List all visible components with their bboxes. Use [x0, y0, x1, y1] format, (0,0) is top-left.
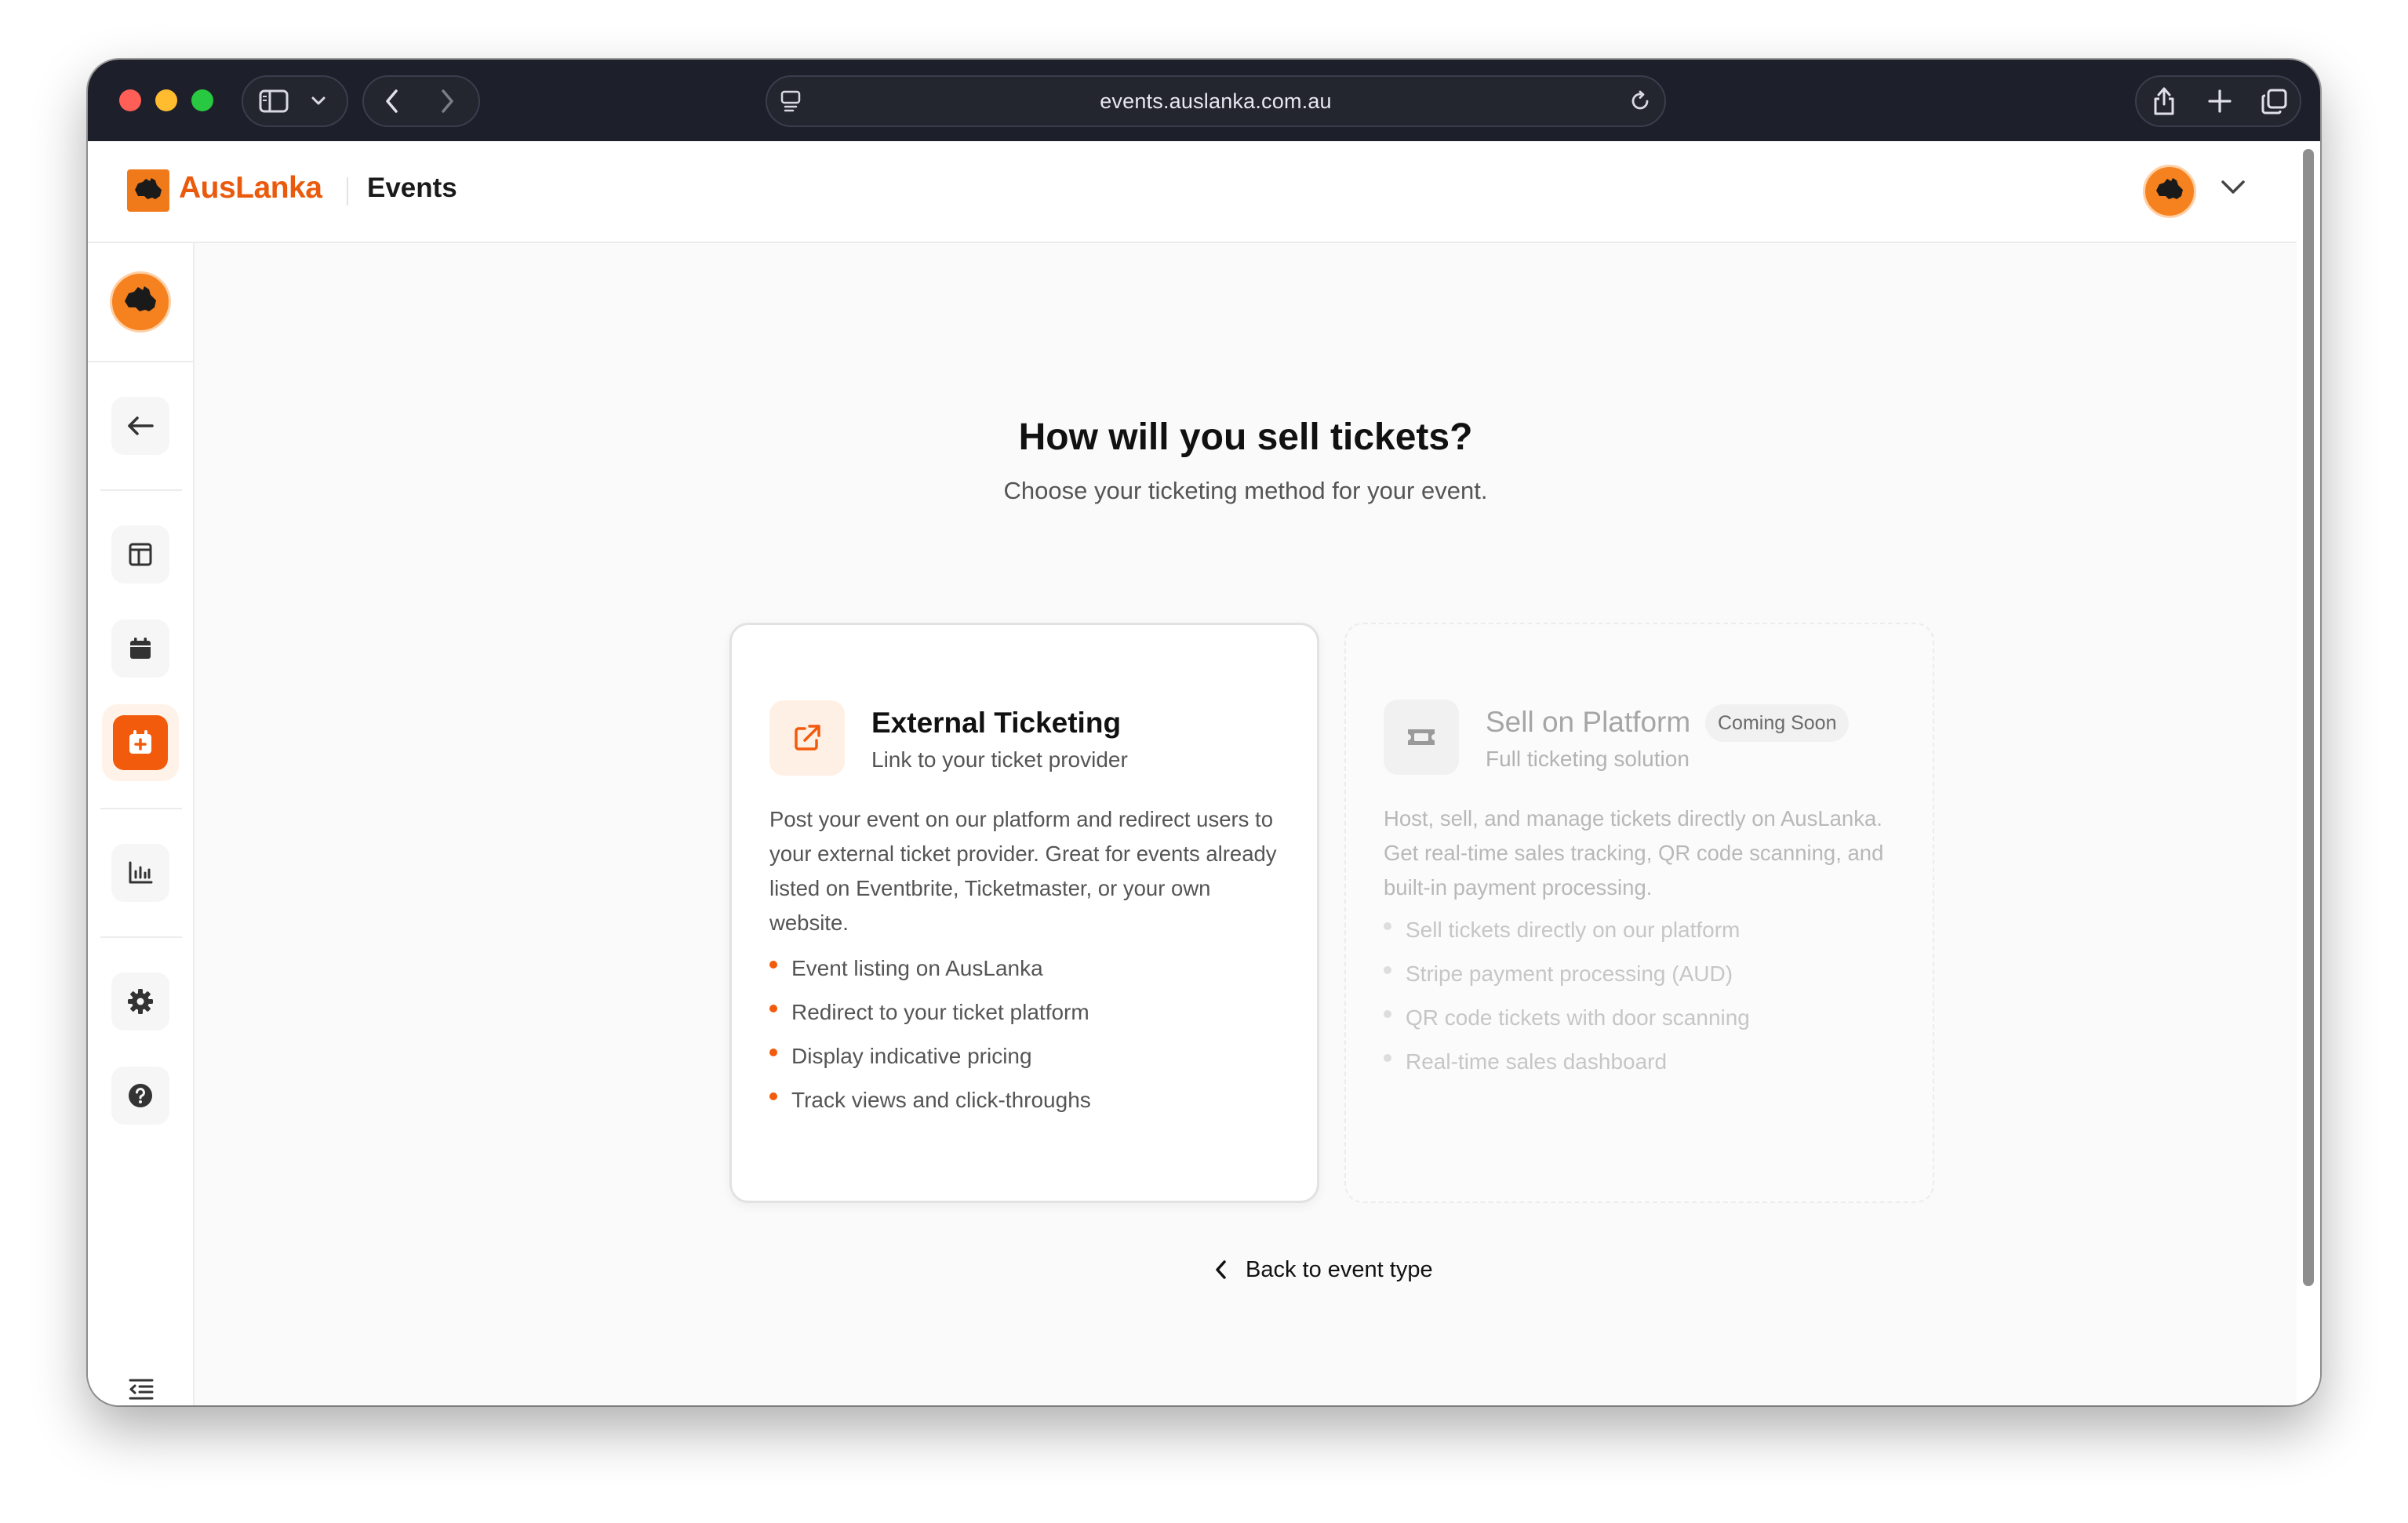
bullet-dot	[769, 1049, 777, 1056]
address-bar[interactable]: events.auslanka.com.au	[766, 75, 1666, 127]
new-tab-icon[interactable]	[2207, 89, 2232, 114]
browser-actions	[2135, 75, 2301, 127]
feature-text: Track views and click-throughs	[791, 1088, 1091, 1112]
sidebar-item-settings[interactable]	[111, 972, 169, 1030]
external-link-icon-tile	[769, 700, 845, 776]
list-item: QR code tickets with door scanning	[1384, 996, 1750, 1040]
list-item: Stripe payment processing (AUD)	[1384, 952, 1750, 996]
sidebar-item-analytics[interactable]	[111, 844, 169, 902]
list-item: Sell tickets directly on our platform	[1384, 908, 1750, 952]
list-item: Display indicative pricing	[769, 1034, 1091, 1078]
browser-window: events.auslanka.com.au AusLanka Events H…	[88, 60, 2320, 1405]
sidebar-toggle-icon	[259, 89, 289, 113]
feature-list: Event listing on AusLanka Redirect to yo…	[769, 947, 1091, 1122]
active-indicator	[113, 715, 168, 770]
list-item: Redirect to your ticket platform	[769, 990, 1091, 1034]
close-window-button[interactable]	[119, 89, 141, 111]
bullet-dot	[1384, 922, 1391, 930]
feature-text: Sell tickets directly on our platform	[1406, 918, 1741, 942]
scrollbar-thumb[interactable]	[2303, 149, 2314, 1286]
arrow-left-icon	[128, 416, 154, 435]
australia-map-icon	[2156, 178, 2183, 199]
gear-icon	[128, 989, 153, 1014]
brand-name[interactable]: AusLanka	[179, 171, 322, 205]
coming-soon-badge: Coming Soon	[1705, 704, 1850, 742]
back-label: Back to event type	[1246, 1256, 1433, 1282]
sell-on-platform-card: Sell on Platform Coming Soon Full ticket…	[1344, 623, 1934, 1203]
main-content: How will you sell tickets? Choose your t…	[195, 243, 2297, 1405]
chevron-down-icon	[311, 96, 326, 105]
feature-text: QR code tickets with door scanning	[1406, 1005, 1750, 1030]
feature-text: Display indicative pricing	[791, 1044, 1032, 1068]
external-ticketing-card[interactable]: External Ticketing Link to your ticket p…	[729, 623, 1319, 1203]
page-subtitle: Choose your ticketing method for your ev…	[1003, 477, 1488, 504]
reload-icon[interactable]	[1628, 89, 1652, 113]
bullet-dot	[1384, 1010, 1391, 1018]
zoom-window-button[interactable]	[191, 89, 213, 111]
back-to-event-type-button[interactable]: Back to event type	[1214, 1250, 1433, 1289]
sidebar	[88, 243, 195, 1405]
sidebar-toggle-button[interactable]	[242, 75, 348, 127]
feature-text: Redirect to your ticket platform	[791, 1000, 1089, 1024]
sidebar-item-calendar[interactable]	[111, 620, 169, 678]
collapse-sidebar-icon[interactable]	[127, 1377, 155, 1401]
card-title: External Ticketing	[871, 707, 1122, 739]
feature-text: Stripe payment processing (AUD)	[1406, 961, 1733, 986]
feature-list: Sell tickets directly on our platform St…	[1384, 908, 1750, 1084]
chevron-down-icon[interactable]	[2220, 179, 2246, 196]
user-avatar[interactable]	[2143, 165, 2196, 218]
layout-icon	[129, 543, 152, 566]
header-divider	[347, 177, 348, 205]
feature-text: Event listing on AusLanka	[791, 956, 1043, 980]
card-title: Sell on Platform	[1486, 706, 1691, 738]
australia-map-icon	[135, 178, 162, 199]
sidebar-item-dashboard[interactable]	[111, 525, 169, 583]
list-item: Real-time sales dashboard	[1384, 1040, 1750, 1084]
page-scrollbar[interactable]	[2297, 141, 2320, 1405]
card-subtitle: Full ticketing solution	[1486, 747, 1690, 771]
help-circle-icon	[129, 1084, 152, 1107]
section-title: Events	[367, 173, 457, 203]
app-header: AusLanka Events	[88, 141, 2297, 243]
share-icon[interactable]	[2151, 85, 2177, 117]
sidebar-item-create-event[interactable]	[102, 704, 179, 781]
sidebar-item-help[interactable]	[111, 1067, 169, 1125]
page-title: How will you sell tickets?	[1018, 416, 1473, 458]
ticket-icon	[1408, 729, 1435, 745]
australia-map-icon	[125, 286, 156, 311]
browser-toolbar: events.auslanka.com.au	[88, 60, 2320, 141]
minimize-window-button[interactable]	[155, 89, 177, 111]
url-text[interactable]: events.auslanka.com.au	[767, 77, 1664, 125]
feature-text: Real-time sales dashboard	[1406, 1049, 1668, 1074]
sidebar-divider	[100, 808, 182, 809]
bullet-dot	[769, 961, 777, 969]
bullet-dot	[769, 1092, 777, 1100]
auslanka-logo[interactable]	[127, 169, 169, 212]
tabs-overview-icon[interactable]	[2261, 87, 2289, 115]
card-subtitle: Link to your ticket provider	[871, 747, 1128, 772]
list-item: Event listing on AusLanka	[769, 947, 1091, 990]
sidebar-item-back[interactable]	[111, 397, 169, 455]
sidebar-divider	[88, 361, 195, 362]
bullet-dot	[769, 1005, 777, 1012]
calendar-icon	[130, 638, 151, 659]
sidebar-divider	[100, 936, 182, 938]
card-description: Post your event on our platform and redi…	[769, 807, 1277, 935]
bullet-dot	[1384, 966, 1391, 974]
bullet-dot	[1384, 1054, 1391, 1062]
navigation-buttons	[362, 75, 480, 127]
bar-chart-icon	[129, 861, 153, 884]
list-item: Track views and click-throughs	[769, 1078, 1091, 1122]
card-description: Host, sell, and manage tickets directly …	[1384, 806, 1884, 900]
ticket-icon-tile	[1384, 700, 1459, 775]
calendar-plus-icon	[129, 730, 151, 754]
back-icon[interactable]	[384, 89, 400, 114]
organization-avatar[interactable]	[110, 271, 171, 333]
external-link-icon	[795, 725, 820, 751]
sidebar-divider	[100, 489, 182, 491]
forward-icon[interactable]	[439, 89, 455, 114]
chevron-left-icon	[1216, 1260, 1226, 1279]
